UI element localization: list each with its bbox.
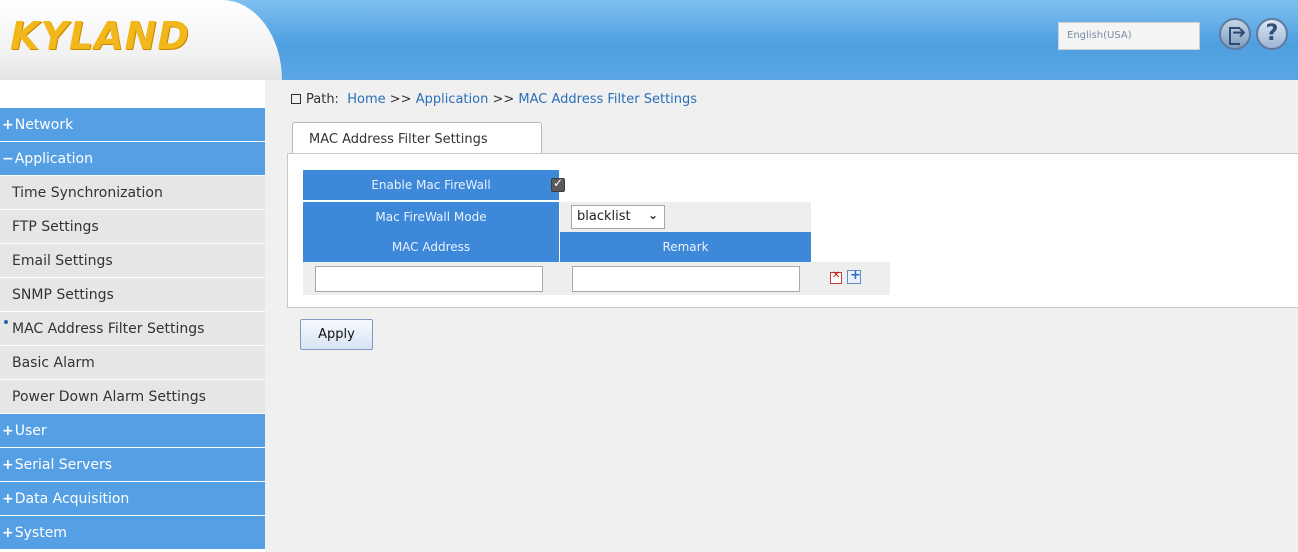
enable-firewall-label: Enable Mac FireWall	[303, 170, 559, 200]
path-box-icon	[291, 94, 301, 104]
sidebar-item-snmp-settings[interactable]: SNMP Settings	[0, 278, 265, 312]
main-content: Path: Home >> Application >> MAC Address…	[265, 80, 1298, 552]
sidebar-item-email-settings[interactable]: Email Settings	[0, 244, 265, 278]
chevron-down-icon: ⌄	[647, 208, 658, 222]
firewall-mode-label: Mac FireWall Mode	[303, 202, 559, 232]
sidebar-item-user[interactable]: +User	[0, 414, 265, 448]
enable-firewall-checkbox[interactable]	[551, 176, 565, 192]
kyland-logo: KYLAND	[10, 14, 190, 58]
mac-address-input[interactable]	[315, 266, 543, 292]
header-bar: KYLAND English(USA) ?	[0, 0, 1298, 80]
language-selector[interactable]: English(USA)	[1058, 22, 1200, 50]
logout-icon[interactable]	[1219, 18, 1251, 50]
breadcrumb-home[interactable]: Home	[347, 92, 385, 107]
sidebar-item-serial-servers[interactable]: +Serial Servers	[0, 448, 265, 482]
add-row-icon[interactable]	[847, 268, 861, 284]
help-icon[interactable]: ?	[1256, 18, 1288, 50]
sidebar-item-application[interactable]: −Application	[0, 142, 265, 176]
sidebar-item-network[interactable]: +Network	[0, 108, 265, 142]
sidebar: +Network −Application Time Synchronizati…	[0, 80, 265, 552]
sidebar-item-power-down-alarm[interactable]: Power Down Alarm Settings	[0, 380, 265, 414]
sidebar-item-time-synchronization[interactable]: Time Synchronization	[0, 176, 265, 210]
sidebar-item-mac-address-filter[interactable]: MAC Address Filter Settings	[0, 312, 265, 346]
delete-row-icon[interactable]	[830, 270, 842, 284]
breadcrumb-current: MAC Address Filter Settings	[518, 92, 698, 107]
firewall-mode-select[interactable]: blacklist ⌄	[571, 205, 665, 229]
sidebar-item-data-acquisition[interactable]: +Data Acquisition	[0, 482, 265, 516]
mac-address-header: MAC Address	[303, 232, 559, 262]
apply-button[interactable]: Apply	[300, 319, 373, 350]
breadcrumb-application[interactable]: Application	[416, 92, 489, 107]
logo-area: KYLAND	[0, 0, 282, 80]
breadcrumb: Path: Home >> Application >> MAC Address…	[291, 92, 697, 107]
remark-input[interactable]	[572, 266, 800, 292]
sidebar-item-ftp-settings[interactable]: FTP Settings	[0, 210, 265, 244]
remark-header: Remark	[560, 232, 811, 262]
sidebar-item-system[interactable]: +System	[0, 516, 265, 550]
tab-mac-address-filter[interactable]: MAC Address Filter Settings	[292, 122, 542, 154]
sidebar-item-basic-alarm[interactable]: Basic Alarm	[0, 346, 265, 380]
